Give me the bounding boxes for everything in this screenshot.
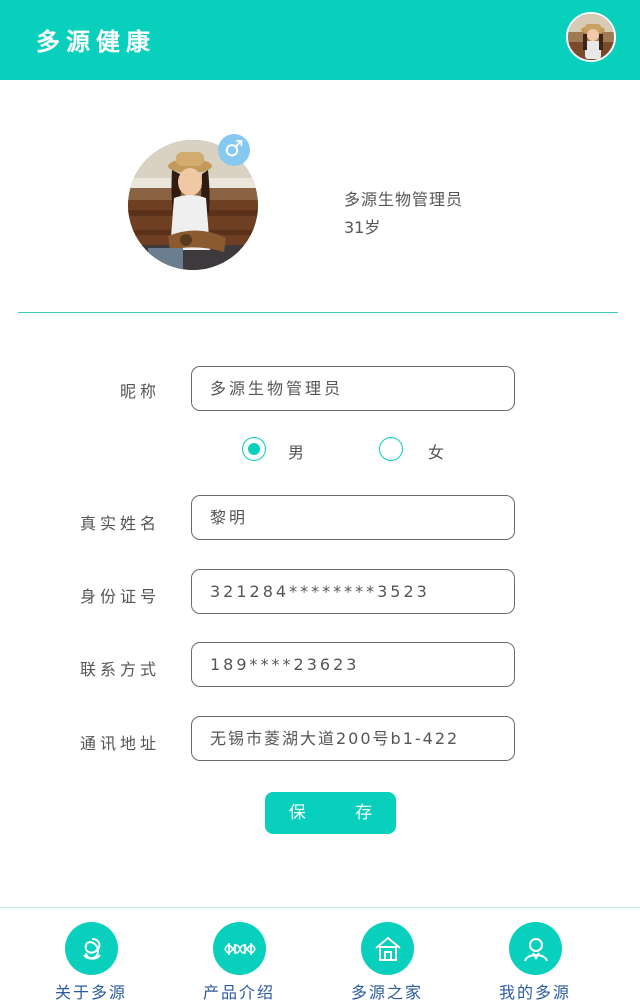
nickname-label: 昵称 bbox=[119, 382, 160, 401]
phone-input[interactable]: 189****23623 bbox=[191, 642, 515, 687]
male-gender-badge: ♂ bbox=[218, 134, 250, 166]
app-root: 多源健康 ♂ 多源生物管理员 31岁 昵称 多源生物管理员 男 女 真实姓名 黎… bbox=[0, 0, 640, 1008]
user-icon bbox=[509, 922, 562, 975]
app-title: 多源健康 bbox=[36, 28, 156, 56]
save-button[interactable]: 保 存 bbox=[265, 792, 396, 834]
address-label: 通讯地址 bbox=[79, 734, 160, 753]
dna-icon bbox=[213, 922, 266, 975]
realname-label: 真实姓名 bbox=[79, 514, 160, 533]
nav-home-label: 多源之家 bbox=[350, 983, 423, 1002]
nav-products[interactable]: 产品介绍 bbox=[184, 922, 294, 1006]
realname-input[interactable]: 黎明 bbox=[191, 495, 515, 540]
header-avatar[interactable] bbox=[566, 12, 616, 62]
home-icon bbox=[361, 922, 414, 975]
gender-male-label: 男 bbox=[288, 443, 305, 462]
app-header: 多源健康 bbox=[0, 0, 640, 80]
id-number-input[interactable]: 321284********3523 bbox=[191, 569, 515, 614]
phone-label: 联系方式 bbox=[79, 660, 160, 679]
nav-products-label: 产品介绍 bbox=[202, 983, 275, 1002]
knot-logo-icon bbox=[65, 922, 118, 975]
gender-female-radio[interactable] bbox=[379, 437, 403, 461]
profile-age: 31岁 bbox=[344, 218, 381, 237]
id-number-label: 身份证号 bbox=[79, 587, 160, 606]
nav-home[interactable]: 多源之家 bbox=[332, 922, 442, 1006]
section-divider bbox=[18, 312, 618, 313]
address-input[interactable]: 无锡市菱湖大道200号b1-422 bbox=[191, 716, 515, 761]
gender-female-label: 女 bbox=[428, 443, 445, 462]
radio-selected-dot bbox=[248, 443, 260, 455]
nickname-input[interactable]: 多源生物管理员 bbox=[191, 366, 515, 411]
nav-mine[interactable]: 我的多源 bbox=[480, 922, 590, 1006]
profile-name: 多源生物管理员 bbox=[344, 190, 464, 209]
nav-mine-label: 我的多源 bbox=[498, 983, 571, 1002]
nav-about-label: 关于多源 bbox=[54, 983, 127, 1002]
footer-divider bbox=[0, 907, 640, 908]
nav-about[interactable]: 关于多源 bbox=[36, 922, 146, 1006]
gender-male-radio[interactable] bbox=[242, 437, 266, 461]
